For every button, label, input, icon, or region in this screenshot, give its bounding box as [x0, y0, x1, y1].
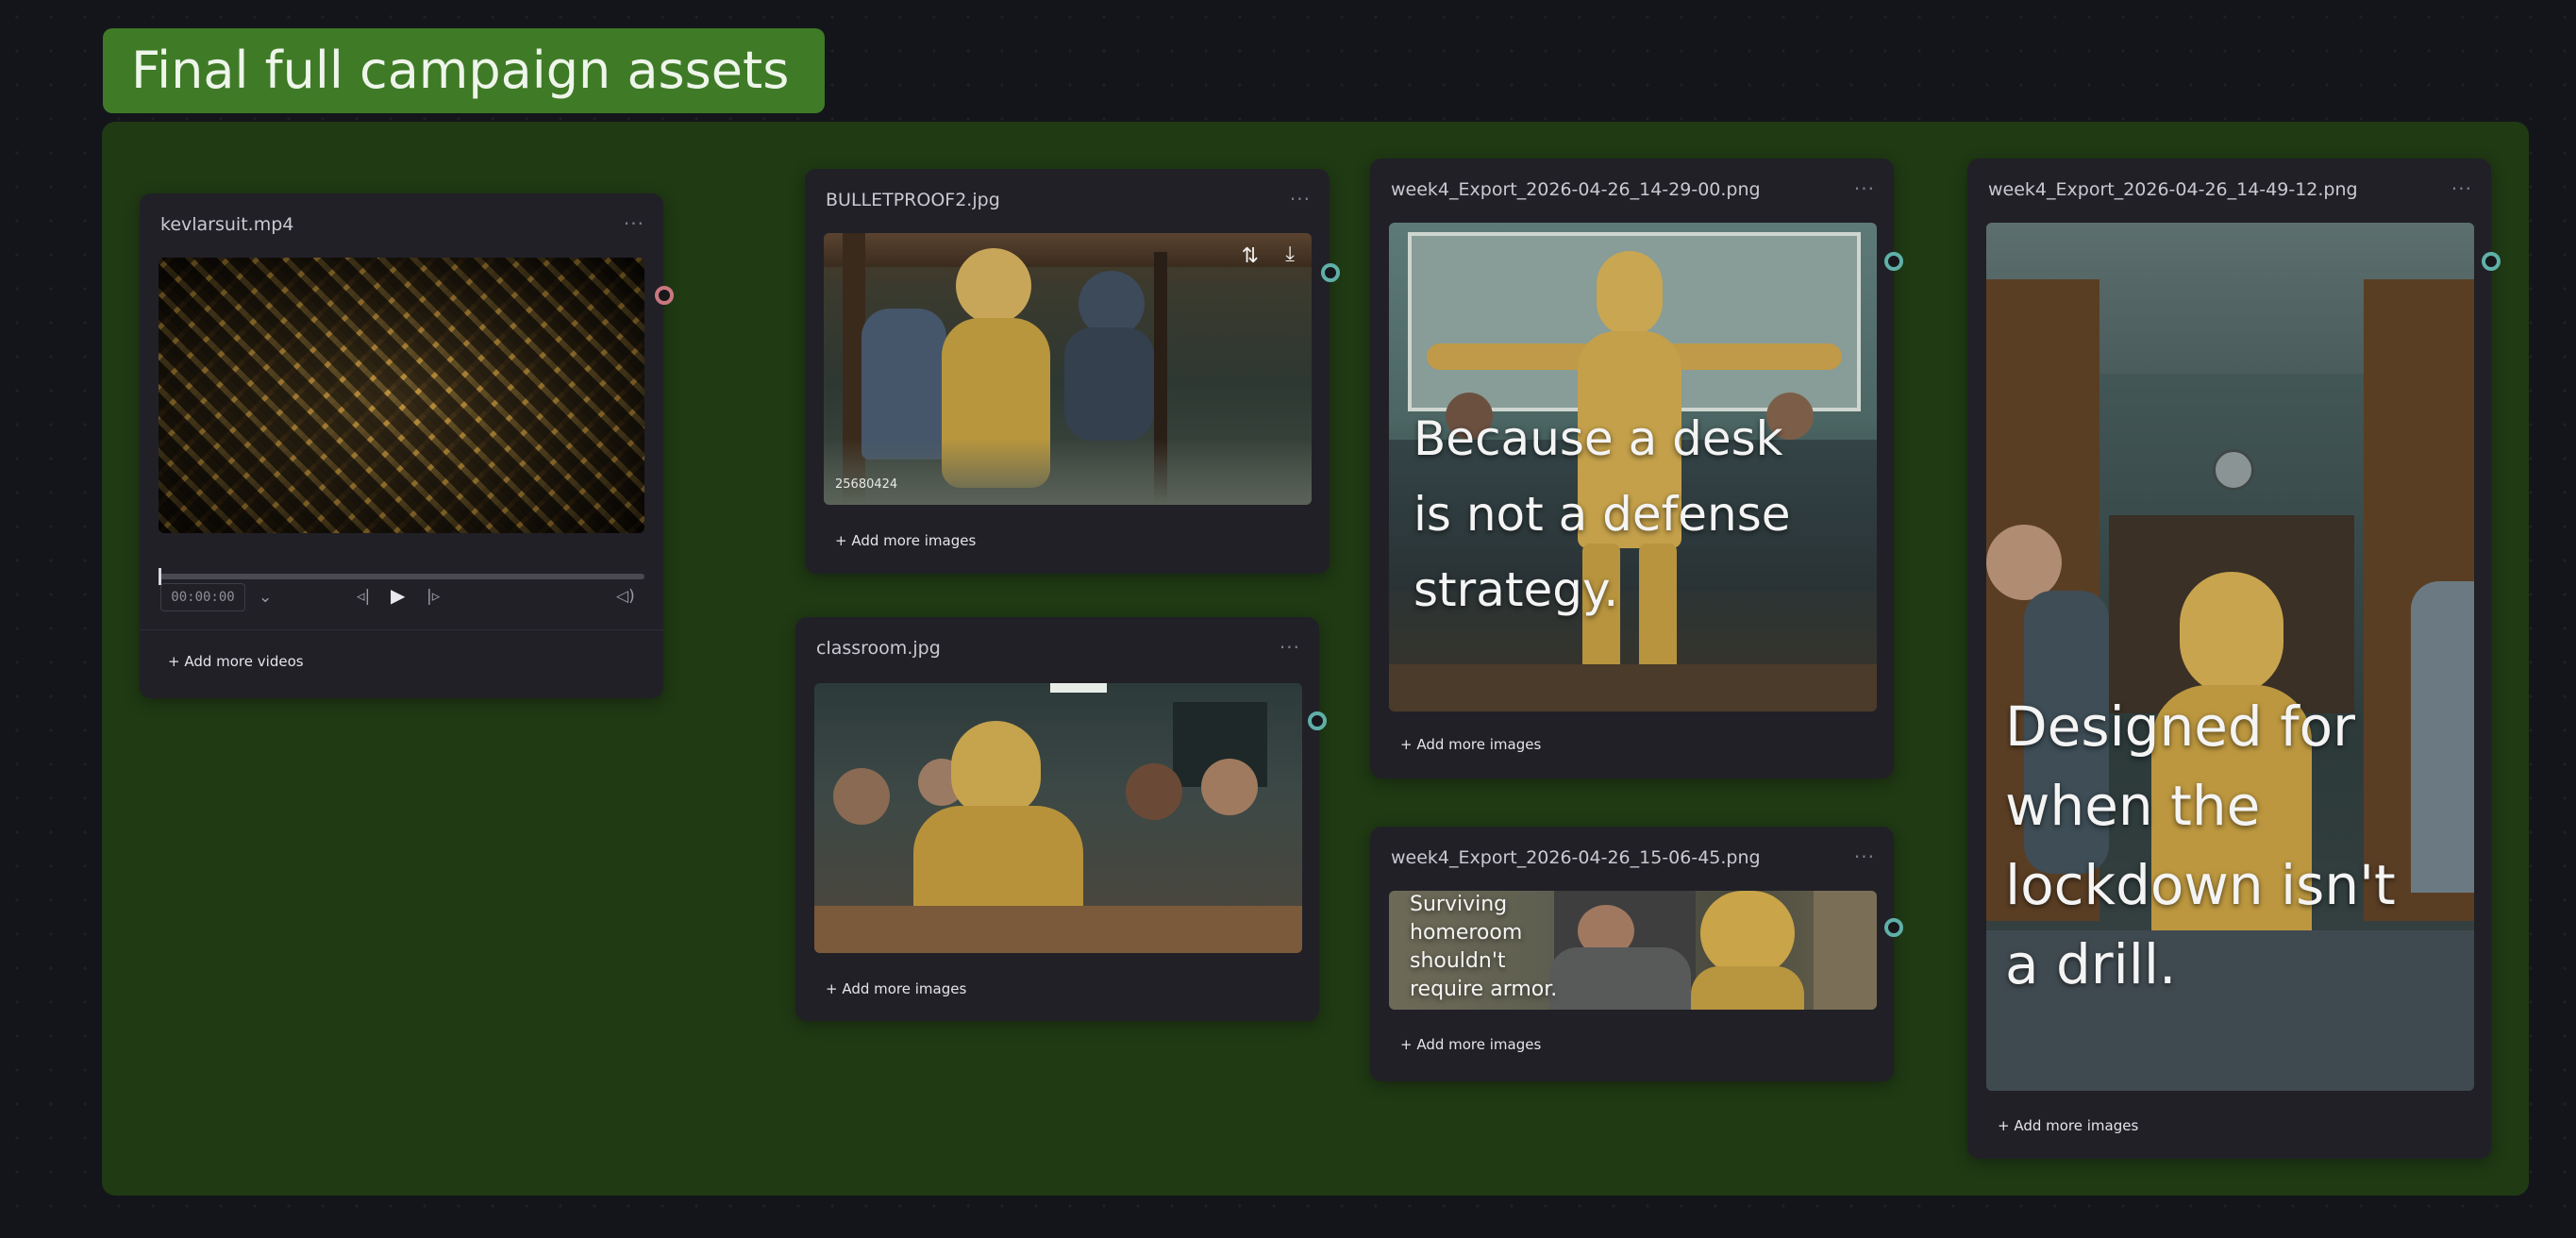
output-port[interactable]: [655, 286, 674, 305]
add-more-images-button[interactable]: + Add more images: [1400, 736, 1541, 753]
video-preview[interactable]: [159, 258, 644, 533]
overlay-line: when the: [2005, 774, 2261, 838]
overlay-line: a drill.: [2005, 932, 2177, 996]
overlay-line: shouldn't: [1410, 949, 1506, 973]
overlay-line: homeroom: [1410, 921, 1523, 945]
divider: [140, 629, 663, 630]
volume-icon[interactable]: ◁): [616, 587, 635, 606]
more-options-icon[interactable]: ···: [624, 212, 644, 235]
overlay-line: strategy.: [1413, 562, 1619, 617]
add-more-videos-button[interactable]: + Add more videos: [168, 653, 304, 670]
node-title: BULLETPROOF2.jpg: [826, 190, 1000, 210]
overlay-line: require armor.: [1410, 978, 1558, 1001]
overlay-line: Surviving: [1410, 893, 1508, 916]
download-icon[interactable]: ⤓: [1285, 243, 1295, 266]
skip-back-icon[interactable]: ◃|: [357, 587, 370, 606]
time-display: 00:00:00: [160, 583, 245, 611]
add-more-images-button[interactable]: + Add more images: [835, 532, 976, 549]
chevron-down-icon[interactable]: ⌄: [259, 588, 272, 607]
skip-forward-icon[interactable]: |▹: [427, 587, 440, 606]
add-more-images-button[interactable]: + Add more images: [826, 980, 966, 997]
group-title[interactable]: Final full campaign assets: [103, 28, 825, 113]
play-icon[interactable]: ▶: [391, 584, 405, 607]
output-port[interactable]: [1308, 711, 1327, 730]
node-title: week4_Export_2026-04-26_15-06-45.png: [1391, 847, 1761, 868]
image-preview[interactable]: ⇅ ⤓ 25680424: [824, 233, 1312, 505]
more-options-icon[interactable]: ···: [1854, 845, 1875, 868]
overlay-line: is not a defense: [1413, 487, 1791, 542]
image-preview[interactable]: [814, 683, 1302, 953]
output-port[interactable]: [1321, 263, 1340, 282]
image-node-export-3[interactable]: week4_Export_2026-04-26_14-49-12.png ···…: [1967, 159, 2491, 1159]
image-tag: 25680424: [835, 477, 898, 492]
output-port[interactable]: [1884, 252, 1903, 271]
more-options-icon[interactable]: ···: [2451, 177, 2472, 200]
sort-icon[interactable]: ⇅: [1242, 244, 1259, 268]
image-node-export-1[interactable]: week4_Export_2026-04-26_14-29-00.png ···…: [1370, 159, 1894, 778]
video-scrubber[interactable]: [159, 568, 644, 585]
node-title: week4_Export_2026-04-26_14-49-12.png: [1988, 179, 2358, 200]
image-node-bulletproof[interactable]: BULLETPROOF2.jpg ··· ⇅ ⤓ 25680424 + Add …: [805, 169, 1330, 574]
overlay-line: Designed for: [2005, 694, 2355, 759]
more-options-icon[interactable]: ···: [1280, 636, 1300, 659]
overlay-line: Because a desk: [1413, 411, 1783, 466]
output-port[interactable]: [2482, 252, 2501, 271]
node-title: week4_Export_2026-04-26_14-29-00.png: [1391, 179, 1761, 200]
more-options-icon[interactable]: ···: [1290, 188, 1311, 210]
node-title: kevlarsuit.mp4: [160, 214, 294, 235]
image-node-export-2[interactable]: week4_Export_2026-04-26_15-06-45.png ···…: [1370, 827, 1894, 1081]
more-options-icon[interactable]: ···: [1854, 177, 1875, 200]
video-node[interactable]: kevlarsuit.mp4 ··· 00:00:00 ⌄ ◃| ▶ |▹ ◁)…: [140, 193, 663, 698]
overlay-line: lockdown isn't: [2005, 853, 2396, 917]
output-port[interactable]: [1884, 918, 1903, 937]
image-node-classroom[interactable]: classroom.jpg ··· + Add more images: [795, 617, 1319, 1021]
image-preview[interactable]: Surviving homeroom shouldn't require arm…: [1389, 891, 1877, 1010]
add-more-images-button[interactable]: + Add more images: [1400, 1036, 1541, 1053]
image-preview[interactable]: Designed for when the lockdown isn't a d…: [1986, 223, 2474, 1091]
add-more-images-button[interactable]: + Add more images: [1998, 1117, 2138, 1134]
node-title: classroom.jpg: [816, 638, 941, 659]
image-preview[interactable]: Because a desk is not a defense strategy…: [1389, 223, 1877, 711]
scrubber-handle[interactable]: [159, 568, 161, 585]
